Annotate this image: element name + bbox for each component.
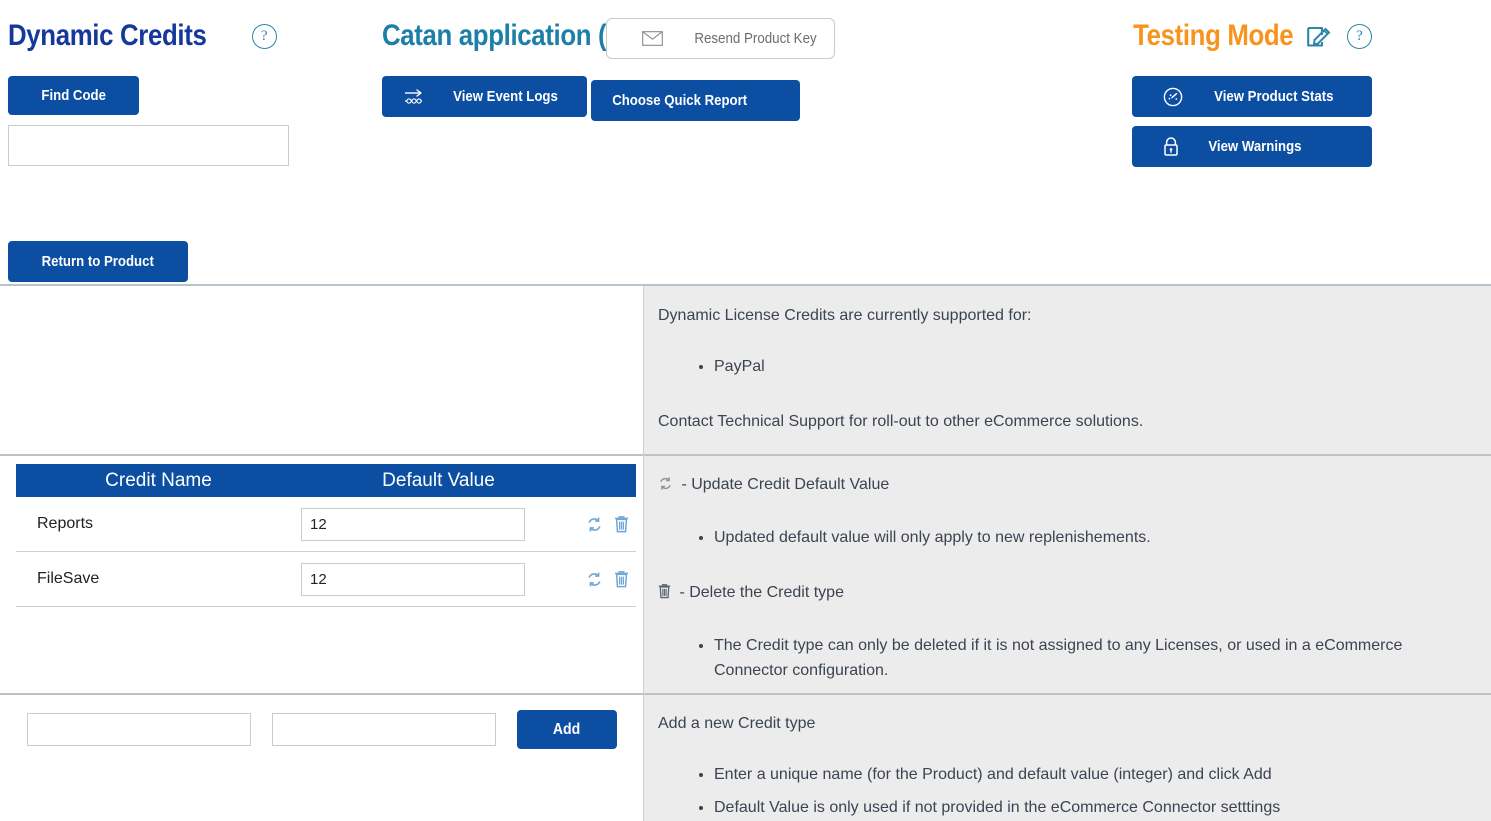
main-content: Credit Name Default Value Reports 12 Fil… — [0, 286, 1491, 821]
supported-footer-text: Contact Technical Support for roll-out t… — [658, 412, 1144, 430]
event-log-flow-icon — [404, 88, 425, 105]
list-item: The Credit type can only be deleted if i… — [714, 634, 1465, 684]
refresh-icon — [658, 475, 673, 498]
update-list: Updated default value will only apply to… — [658, 526, 1465, 551]
find-code-input[interactable] — [8, 125, 289, 166]
supported-list: PayPal — [658, 355, 1465, 380]
supported-intro-text: Dynamic License Credits are currently su… — [658, 307, 1032, 324]
header-right-column: Testing Mode ? View Product Stats View W… — [1072, 0, 1372, 167]
table-row: Reports — [16, 497, 636, 552]
add-credit-heading: Add a new Credit type — [658, 715, 816, 732]
testing-mode-title-row: Testing Mode ? — [1072, 0, 1372, 58]
list-item: Default Value is only used if not provid… — [714, 796, 1465, 821]
header-center-column: Catan application ( ) View Event Logs Ch… — [382, 0, 1102, 121]
find-code-button-label: Find Code — [41, 87, 106, 104]
add-credit-form: Add — [0, 710, 617, 749]
page-header: Dynamic Credits ? Find Code Catan applic… — [0, 0, 1491, 286]
row-actions — [576, 515, 636, 533]
default-value-input[interactable] — [301, 507, 525, 541]
help-icon-dynamic-credits[interactable]: ? — [251, 23, 277, 49]
header-left-column: Dynamic Credits ? Find Code — [8, 0, 368, 166]
left-panel: Credit Name Default Value Reports 12 Fil… — [0, 286, 643, 821]
default-value-cell — [301, 507, 576, 541]
row-actions — [576, 570, 636, 588]
info-actions-section: - Update Credit Default Value Updated de… — [644, 455, 1491, 694]
view-product-stats-button[interactable]: View Product Stats — [1132, 76, 1372, 117]
speedometer-icon — [1162, 86, 1184, 108]
update-heading-text: - Update Credit Default Value — [681, 476, 890, 493]
help-icon-testing-mode[interactable]: ? — [1347, 23, 1372, 49]
credits-table: Credit Name Default Value Reports 12 Fil… — [16, 464, 636, 607]
table-header-row: Credit Name Default Value — [16, 464, 636, 497]
view-product-stats-label: View Product Stats — [1214, 88, 1334, 105]
dynamic-credits-title-row: Dynamic Credits ? — [8, 0, 368, 58]
resend-product-key-label: Resend Product Key — [694, 30, 817, 47]
testing-mode-title: Testing Mode — [1132, 19, 1294, 52]
view-warnings-button[interactable]: View Warnings — [1132, 126, 1372, 167]
list-item: Updated default value will only apply to… — [714, 526, 1465, 551]
trash-icon[interactable] — [614, 570, 629, 588]
find-code-button[interactable]: Find Code — [8, 76, 139, 115]
add-credit-section: Add — [0, 694, 643, 821]
resend-product-key-button[interactable]: Resend Product Key — [606, 18, 835, 59]
credit-name-cell: Reports — [37, 515, 94, 532]
info-panel: Dynamic License Credits are currently su… — [643, 286, 1491, 821]
left-top-empty-area — [0, 286, 643, 455]
choose-quick-report-button[interactable]: Choose Quick Report — [591, 80, 801, 121]
envelope-icon — [642, 31, 663, 46]
delete-list: The Credit type can only be deleted if i… — [658, 634, 1465, 684]
refresh-icon[interactable] — [586, 571, 603, 588]
view-warnings-label: View Warnings — [1208, 138, 1302, 155]
lock-icon — [1162, 136, 1180, 158]
application-title: Catan application ( ) — [382, 19, 622, 52]
add-credit-list: Enter a unique name (for the Product) an… — [658, 763, 1465, 821]
new-credit-value-input[interactable] — [272, 713, 496, 746]
edit-icon[interactable] — [1306, 24, 1334, 49]
choose-quick-report-label: Choose Quick Report — [612, 92, 748, 109]
view-event-logs-button[interactable]: View Event Logs — [382, 76, 587, 117]
info-add-section: Add a new Credit type Enter a unique nam… — [644, 694, 1491, 821]
list-item: Enter a unique name (for the Product) an… — [714, 763, 1465, 788]
return-to-product-label: Return to Product — [41, 253, 155, 270]
delete-heading-line: - Delete the Credit type — [658, 581, 1465, 606]
trash-icon — [658, 583, 671, 606]
info-supported-section: Dynamic License Credits are currently su… — [644, 286, 1491, 455]
default-value-input[interactable] — [301, 562, 525, 596]
add-button[interactable]: Add — [517, 710, 617, 749]
page-title: Dynamic Credits — [8, 19, 207, 52]
table-row: FileSave — [16, 552, 636, 607]
refresh-icon[interactable] — [586, 516, 603, 533]
add-button-label: Add — [553, 720, 581, 738]
delete-heading-text: - Delete the Credit type — [679, 583, 844, 601]
column-header-default-value: Default Value — [382, 469, 495, 491]
return-to-product-button[interactable]: Return to Product — [8, 241, 188, 282]
column-header-credit-name: Credit Name — [105, 469, 212, 491]
new-credit-name-input[interactable] — [27, 713, 251, 746]
credit-name-cell: FileSave — [37, 570, 100, 587]
view-event-logs-label: View Event Logs — [453, 88, 558, 105]
list-item: PayPal — [714, 355, 1465, 380]
update-heading-line: - Update Credit Default Value — [658, 473, 1465, 498]
credits-table-section: Credit Name Default Value Reports 12 Fil… — [0, 455, 643, 694]
default-value-cell — [301, 562, 576, 596]
trash-icon[interactable] — [614, 515, 629, 533]
